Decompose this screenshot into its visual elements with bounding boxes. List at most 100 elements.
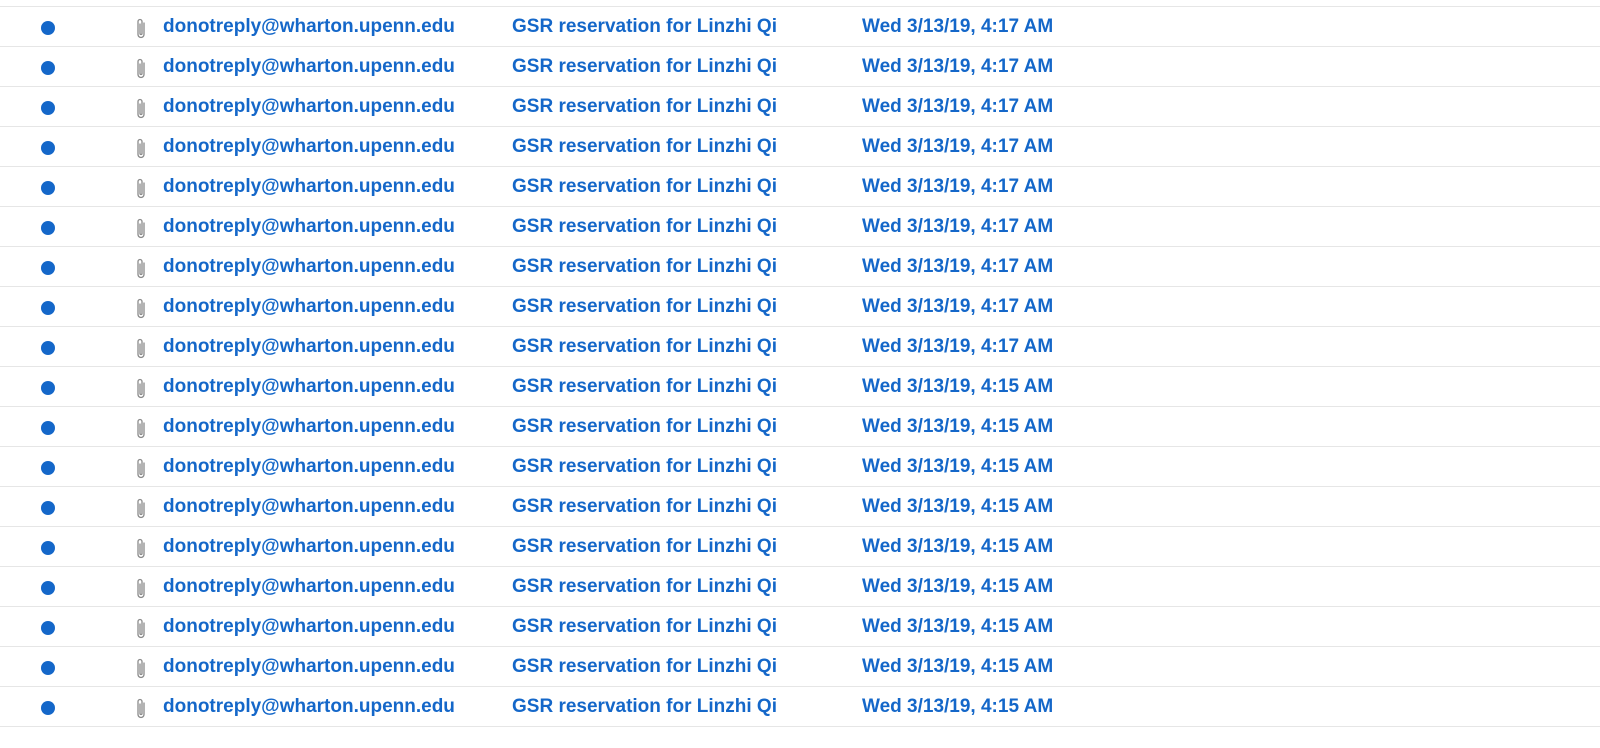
message-subject: GSR reservation for Linzhi Qi [512,656,777,677]
sender-address: donotreply@wharton.upenn.edu [163,256,455,277]
message-subject: GSR reservation for Linzhi Qi [512,176,777,197]
paperclip-icon [133,617,149,641]
sender-address: donotreply@wharton.upenn.edu [163,336,455,357]
message-row[interactable]: donotreply@wharton.upenn.edu GSR reserva… [0,127,1600,167]
paperclip-icon [133,337,149,361]
message-row[interactable]: donotreply@wharton.upenn.edu GSR reserva… [0,407,1600,447]
message-row[interactable]: donotreply@wharton.upenn.edu GSR reserva… [0,687,1600,727]
message-row[interactable]: donotreply@wharton.upenn.edu GSR reserva… [0,567,1600,607]
message-row[interactable]: donotreply@wharton.upenn.edu GSR reserva… [0,327,1600,367]
paperclip-icon [133,457,149,481]
message-subject: GSR reservation for Linzhi Qi [512,96,777,117]
paperclip-icon [133,577,149,601]
unread-dot-icon[interactable] [41,421,55,435]
message-date: Wed 3/13/19, 4:15 AM [862,456,1054,477]
unread-dot-icon[interactable] [41,221,55,235]
paperclip-icon [133,57,149,81]
unread-dot-icon[interactable] [41,501,55,515]
paperclip-icon [133,297,149,321]
sender-address: donotreply@wharton.upenn.edu [163,696,455,717]
unread-dot-icon[interactable] [41,541,55,555]
sender-address: donotreply@wharton.upenn.edu [163,216,455,237]
message-date: Wed 3/13/19, 4:17 AM [862,176,1054,197]
unread-dot-icon[interactable] [41,181,55,195]
message-date: Wed 3/13/19, 4:17 AM [862,256,1054,277]
unread-dot-icon[interactable] [41,21,55,35]
message-date: Wed 3/13/19, 4:17 AM [862,16,1054,37]
unread-dot-icon[interactable] [41,621,55,635]
message-subject: GSR reservation for Linzhi Qi [512,616,777,637]
paperclip-icon [133,177,149,201]
message-row[interactable]: donotreply@wharton.upenn.edu GSR reserva… [0,207,1600,247]
message-row[interactable]: donotreply@wharton.upenn.edu GSR reserva… [0,47,1600,87]
message-subject: GSR reservation for Linzhi Qi [512,136,777,157]
unread-dot-icon[interactable] [41,341,55,355]
message-row[interactable]: donotreply@wharton.upenn.edu GSR reserva… [0,167,1600,207]
message-date: Wed 3/13/19, 4:15 AM [862,376,1054,397]
unread-dot-icon[interactable] [41,661,55,675]
sender-address: donotreply@wharton.upenn.edu [163,176,455,197]
unread-dot-icon[interactable] [41,461,55,475]
paperclip-icon [133,657,149,681]
unread-dot-icon[interactable] [41,141,55,155]
message-row[interactable]: donotreply@wharton.upenn.edu GSR reserva… [0,87,1600,127]
unread-dot-icon[interactable] [41,301,55,315]
message-subject: GSR reservation for Linzhi Qi [512,216,777,237]
message-date: Wed 3/13/19, 4:15 AM [862,576,1054,597]
message-date: Wed 3/13/19, 4:17 AM [862,56,1054,77]
message-subject: GSR reservation for Linzhi Qi [512,416,777,437]
unread-dot-icon[interactable] [41,61,55,75]
message-row[interactable]: donotreply@wharton.upenn.edu GSR reserva… [0,647,1600,687]
paperclip-icon [133,17,149,41]
paperclip-icon [133,377,149,401]
unread-dot-icon[interactable] [41,381,55,395]
paperclip-icon [133,497,149,521]
sender-address: donotreply@wharton.upenn.edu [163,416,455,437]
sender-address: donotreply@wharton.upenn.edu [163,536,455,557]
message-row[interactable]: donotreply@wharton.upenn.edu GSR reserva… [0,287,1600,327]
unread-dot-icon[interactable] [41,101,55,115]
message-row[interactable]: donotreply@wharton.upenn.edu GSR reserva… [0,607,1600,647]
message-list: donotreply@wharton.upenn.edu GSR reserva… [0,6,1600,727]
sender-address: donotreply@wharton.upenn.edu [163,496,455,517]
sender-address: donotreply@wharton.upenn.edu [163,296,455,317]
paperclip-icon [133,257,149,281]
sender-address: donotreply@wharton.upenn.edu [163,616,455,637]
message-subject: GSR reservation for Linzhi Qi [512,16,777,37]
message-row[interactable]: donotreply@wharton.upenn.edu GSR reserva… [0,527,1600,567]
message-date: Wed 3/13/19, 4:15 AM [862,496,1054,517]
unread-dot-icon[interactable] [41,701,55,715]
sender-address: donotreply@wharton.upenn.edu [163,656,455,677]
message-row[interactable]: donotreply@wharton.upenn.edu GSR reserva… [0,367,1600,407]
paperclip-icon [133,697,149,721]
message-subject: GSR reservation for Linzhi Qi [512,536,777,557]
sender-address: donotreply@wharton.upenn.edu [163,456,455,477]
paperclip-icon [133,97,149,121]
message-row[interactable]: donotreply@wharton.upenn.edu GSR reserva… [0,247,1600,287]
message-date: Wed 3/13/19, 4:17 AM [862,296,1054,317]
sender-address: donotreply@wharton.upenn.edu [163,96,455,117]
message-date: Wed 3/13/19, 4:15 AM [862,536,1054,557]
paperclip-icon [133,217,149,241]
message-subject: GSR reservation for Linzhi Qi [512,376,777,397]
message-date: Wed 3/13/19, 4:15 AM [862,616,1054,637]
message-row[interactable]: donotreply@wharton.upenn.edu GSR reserva… [0,447,1600,487]
paperclip-icon [133,137,149,161]
message-date: Wed 3/13/19, 4:17 AM [862,136,1054,157]
message-date: Wed 3/13/19, 4:17 AM [862,336,1054,357]
message-subject: GSR reservation for Linzhi Qi [512,336,777,357]
message-subject: GSR reservation for Linzhi Qi [512,296,777,317]
message-row[interactable]: donotreply@wharton.upenn.edu GSR reserva… [0,7,1600,47]
unread-dot-icon[interactable] [41,581,55,595]
sender-address: donotreply@wharton.upenn.edu [163,16,455,37]
paperclip-icon [133,537,149,561]
message-date: Wed 3/13/19, 4:15 AM [862,696,1054,717]
message-subject: GSR reservation for Linzhi Qi [512,256,777,277]
message-date: Wed 3/13/19, 4:15 AM [862,416,1054,437]
sender-address: donotreply@wharton.upenn.edu [163,136,455,157]
message-subject: GSR reservation for Linzhi Qi [512,56,777,77]
message-row[interactable]: donotreply@wharton.upenn.edu GSR reserva… [0,487,1600,527]
paperclip-icon [133,417,149,441]
message-subject: GSR reservation for Linzhi Qi [512,496,777,517]
unread-dot-icon[interactable] [41,261,55,275]
